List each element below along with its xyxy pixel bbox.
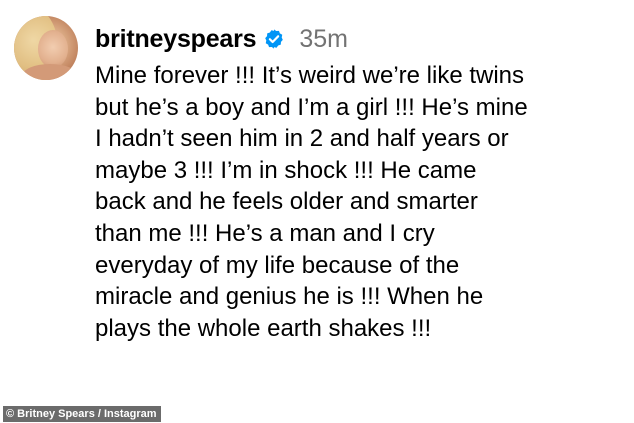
caption-line: but he’s a boy and I’m a girl !!! He’s m… xyxy=(95,93,528,121)
photo-credit: © Britney Spears / Instagram xyxy=(3,406,161,422)
caption-line: maybe 3 !!! I’m in shock !!! He came xyxy=(95,156,477,184)
post-header: britneyspears 35m xyxy=(95,22,348,56)
caption-line: everyday of my life because of the xyxy=(95,251,460,279)
post-timestamp: 35m xyxy=(299,24,349,53)
caption-line: than me !!! He’s a man and I cry xyxy=(95,219,435,247)
caption-line: plays the whole earth shakes !!! xyxy=(95,314,432,342)
avatar[interactable] xyxy=(14,16,78,80)
caption-line: I hadn’t seen him in 2 and half years or xyxy=(95,125,509,153)
avatar-face xyxy=(38,30,68,68)
caption-line: miracle and genius he is !!! When he xyxy=(95,283,484,311)
avatar-shoulder xyxy=(22,64,78,80)
caption-line: back and he feels older and smarter xyxy=(95,188,478,216)
post-caption: Mine forever !!! It’s weird we’re like t… xyxy=(95,60,625,344)
verified-badge-icon xyxy=(263,28,285,50)
caption-line: Mine forever !!! It’s weird we’re like t… xyxy=(95,62,525,89)
username-link[interactable]: britneyspears xyxy=(95,25,257,54)
